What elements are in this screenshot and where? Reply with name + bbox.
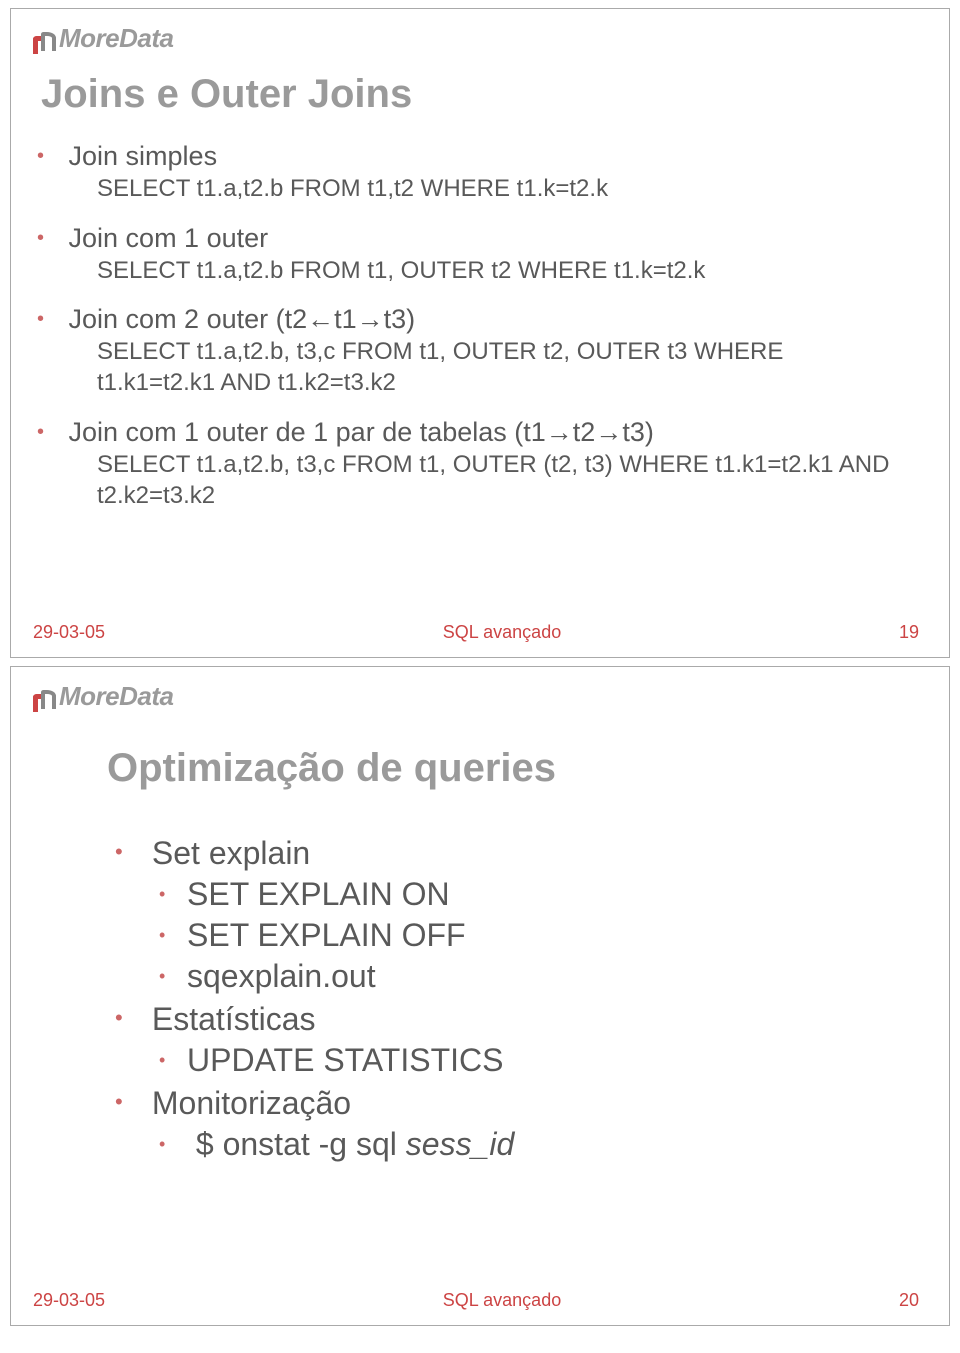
slide-footer: 29-03-05 SQL avançado 20 — [33, 1290, 919, 1311]
sub-item: SET EXPLAIN OFF — [187, 917, 927, 954]
footer-mid: SQL avançado — [105, 622, 899, 643]
sub-text-italic: sess_id — [406, 1126, 515, 1162]
bullet-item: Join simples SELECT t1.a,t2.b FROM t1,t2… — [61, 141, 927, 205]
footer-date: 29-03-05 — [33, 622, 105, 643]
bullet-item: Join com 1 outer de 1 par de tabelas (t1… — [61, 417, 927, 511]
sub-list: UPDATE STATISTICS — [187, 1042, 927, 1079]
slide-1: MoreData Joins e Outer Joins Join simple… — [10, 8, 950, 658]
logo-icon — [33, 686, 55, 708]
sub-item: SET EXPLAIN ON — [187, 876, 927, 913]
sub-list: SET EXPLAIN ON SET EXPLAIN OFF sqexplain… — [187, 876, 927, 995]
slide-footer: 29-03-05 SQL avançado 19 — [33, 622, 919, 643]
logo: MoreData — [33, 23, 927, 54]
bullet-item: Monitorização $ onstat -g sql sess_id — [143, 1085, 927, 1163]
sub-item: sqexplain.out — [187, 958, 927, 995]
sub-text: $ onstat -g sql — [196, 1126, 406, 1162]
bullet-item: Estatísticas UPDATE STATISTICS — [143, 1001, 927, 1079]
bullet-label: Join com 1 outer de 1 par de tabelas (t1… — [69, 417, 654, 447]
bullet-item: Join com 1 outer SELECT t1.a,t2.b FROM t… — [61, 223, 927, 287]
slide-2: MoreData Optimização de queries Set expl… — [10, 666, 950, 1326]
bullet-label: Join simples — [69, 141, 218, 171]
bullet-list: Join simples SELECT t1.a,t2.b FROM t1,t2… — [61, 141, 927, 511]
logo-icon — [33, 28, 55, 50]
logo: MoreData — [33, 681, 927, 712]
bullet-list: Set explain SET EXPLAIN ON SET EXPLAIN O… — [143, 835, 927, 1163]
bullet-label: Estatísticas — [152, 1001, 316, 1037]
logo-text: MoreData — [59, 23, 173, 54]
logo-text: MoreData — [59, 681, 173, 712]
slide-title: Optimização de queries — [107, 746, 927, 791]
footer-page: 20 — [899, 1290, 919, 1311]
bullet-label: Monitorização — [152, 1085, 351, 1121]
sql-text: SELECT t1.a,t2.b FROM t1, OUTER t2 WHERE… — [97, 256, 897, 287]
footer-mid: SQL avançado — [105, 1290, 899, 1311]
sql-text: SELECT t1.a,t2.b, t3,c FROM t1, OUTER (t… — [97, 450, 897, 511]
footer-page: 19 — [899, 622, 919, 643]
sub-list: $ onstat -g sql sess_id — [187, 1126, 927, 1163]
bullet-label: Join com 1 outer — [69, 223, 269, 253]
footer-date: 29-03-05 — [33, 1290, 105, 1311]
slide-title: Joins e Outer Joins — [41, 72, 927, 117]
bullet-label: Join com 2 outer (t2←t1→t3) — [69, 304, 416, 334]
sql-text: SELECT t1.a,t2.b FROM t1,t2 WHERE t1.k=t… — [97, 174, 897, 205]
bullet-label: Set explain — [152, 835, 310, 871]
bullet-item: Set explain SET EXPLAIN ON SET EXPLAIN O… — [143, 835, 927, 995]
sub-item: $ onstat -g sql sess_id — [187, 1126, 927, 1163]
sql-text: SELECT t1.a,t2.b, t3,c FROM t1, OUTER t2… — [97, 337, 897, 398]
sub-item: UPDATE STATISTICS — [187, 1042, 927, 1079]
bullet-item: Join com 2 outer (t2←t1→t3) SELECT t1.a,… — [61, 304, 927, 398]
